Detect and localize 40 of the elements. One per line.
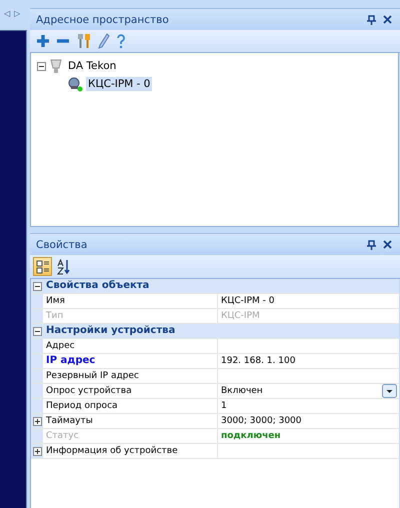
scroll-arrow[interactable]: ◁ (4, 8, 10, 20)
property-value: 192. 168. 1. 100 (221, 356, 296, 366)
server-icon (49, 58, 63, 74)
expand-toggle[interactable] (32, 416, 42, 426)
scroll-arrow[interactable]: ▷ (14, 8, 20, 20)
dropdown-button[interactable] (382, 384, 397, 398)
device-icon (67, 76, 83, 92)
pin-icon[interactable] (367, 14, 376, 24)
category-label: Настройки устройства (45, 324, 176, 338)
expand-toggle[interactable] (32, 446, 42, 456)
panel-title: Адресное пространство (36, 14, 170, 26)
property-value: 3000; 3000; 3000 (221, 416, 302, 426)
close-icon[interactable] (383, 15, 392, 24)
property-name[interactable]: IP адрес (43, 354, 218, 368)
property-name[interactable]: Период опроса (43, 399, 218, 413)
property-value: подключен (221, 431, 282, 441)
property-name[interactable]: Резервный IP адрес (43, 369, 218, 383)
add-icon[interactable] (36, 34, 50, 48)
panel-title: Свойства (36, 238, 88, 250)
help-icon[interactable] (116, 33, 126, 49)
close-icon[interactable] (383, 240, 392, 249)
collapse-toggle[interactable] (37, 62, 46, 70)
property-name[interactable]: Информация об устройстве (43, 444, 218, 458)
category-label: Свойства объекта (45, 279, 150, 293)
tools-icon[interactable] (76, 33, 92, 49)
property-value: Включен (221, 386, 264, 396)
property-name[interactable]: Имя (43, 294, 218, 308)
pencil-icon[interactable] (98, 33, 110, 49)
pin-icon[interactable] (367, 240, 376, 250)
tree-item[interactable]: КЦС-IPM - 0 (86, 77, 152, 91)
property-value: КЦС-IPM - 0 (221, 296, 276, 306)
property-name[interactable]: Таймауты (43, 414, 218, 428)
collapse-toggle[interactable] (32, 326, 42, 336)
property-value: КЦС-IPM (221, 311, 261, 321)
tree-item[interactable]: DA Tekon (66, 59, 118, 73)
property-name[interactable]: Адрес (43, 339, 218, 353)
categorized-button[interactable] (33, 257, 52, 276)
collapse-toggle[interactable] (32, 282, 42, 290)
property-name[interactable]: Опрос устройства (43, 384, 218, 398)
property-value: 1 (221, 401, 228, 411)
